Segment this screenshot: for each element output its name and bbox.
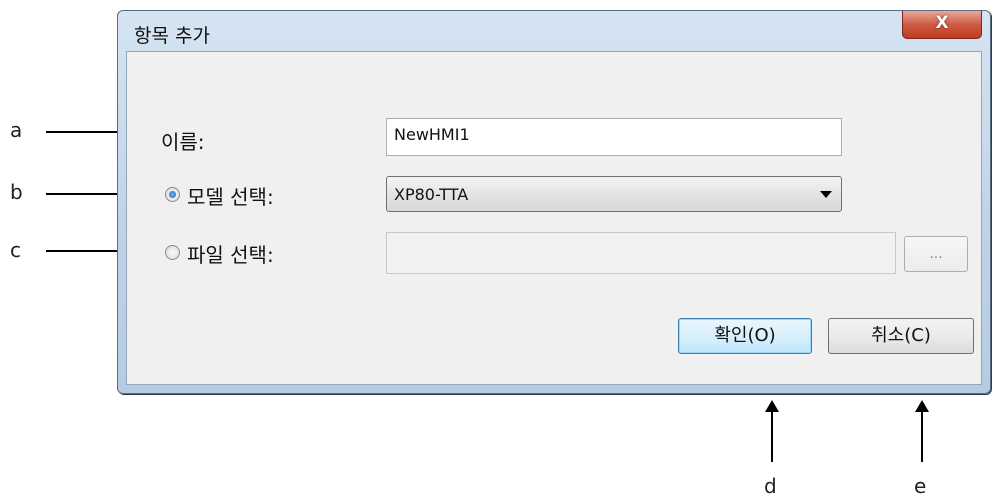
title-bar: 항목 추가 X [118,11,990,49]
ok-button[interactable]: 확인(O) [678,318,812,354]
name-label: 이름: [161,130,205,154]
callout-b: b [10,180,23,204]
file-select-label: 파일 선택: [187,243,274,267]
file-path-input[interactable] [386,232,896,274]
file-select-radio[interactable] [165,245,180,260]
callout-e-arrow [915,400,929,462]
model-select-label: 모델 선택: [187,185,274,209]
dialog-title: 항목 추가 [134,25,210,47]
add-item-dialog: 항목 추가 X 이름: NewHMI1 모델 선택: XP80-TTA 파일 선… [117,10,991,394]
chevron-down-icon [820,191,832,198]
name-input[interactable]: NewHMI1 [386,118,842,156]
close-button[interactable]: X [902,11,982,39]
model-dropdown-value: XP80-TTA [394,185,469,204]
callout-c: c [10,238,21,262]
dialog-content: 이름: NewHMI1 모델 선택: XP80-TTA 파일 선택: ... 확… [126,51,982,385]
callout-d: d [764,474,777,498]
callout-d-arrow [765,400,779,462]
close-icon: X [935,13,949,33]
browse-button[interactable]: ... [904,236,968,272]
callout-a: a [10,118,23,142]
model-dropdown[interactable]: XP80-TTA [386,176,842,212]
model-select-radio[interactable] [165,187,180,202]
callout-e: e [914,474,927,498]
cancel-button[interactable]: 취소(C) [828,318,974,354]
